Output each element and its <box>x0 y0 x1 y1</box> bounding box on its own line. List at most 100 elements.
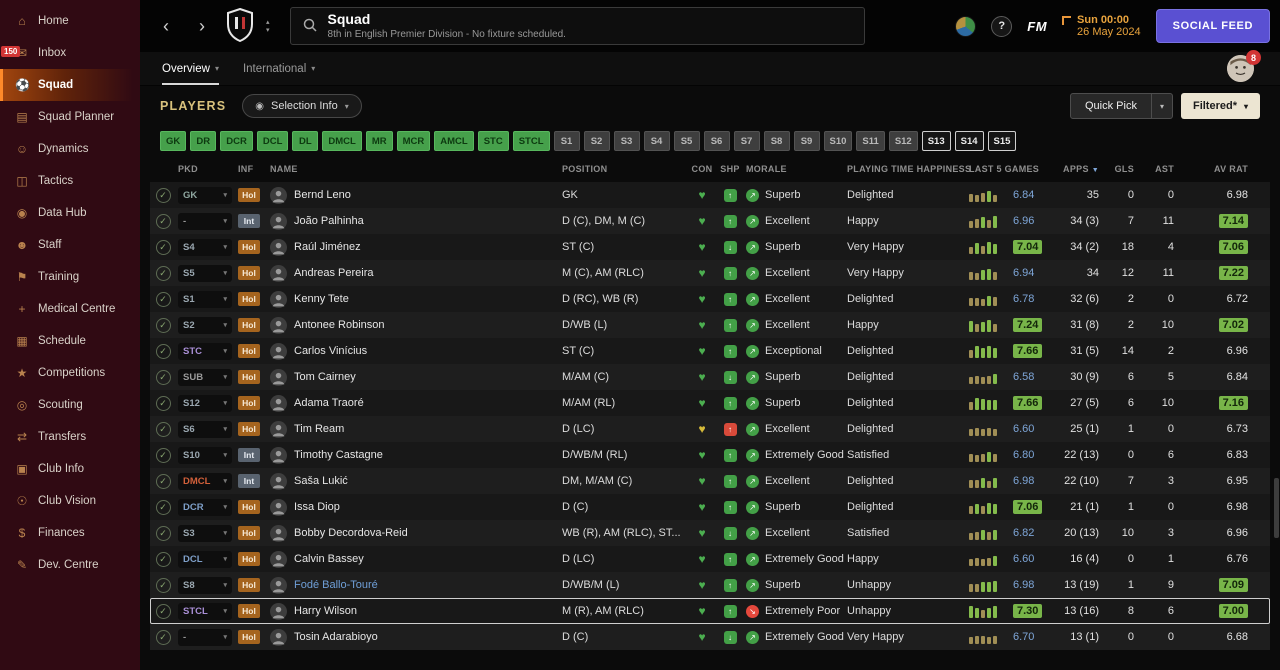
player-name[interactable]: Fodé Ballo-Touré <box>292 572 560 598</box>
filter-button-s3[interactable]: S3 <box>613 131 640 151</box>
club-switch-spinner[interactable]: ▴ ▾ <box>266 19 270 34</box>
player-face-icon[interactable] <box>268 312 292 338</box>
player-name[interactable]: Tom Cairney <box>292 364 560 390</box>
row-checkbox[interactable]: ✓ <box>150 442 176 468</box>
sidebar-item-staff[interactable]: ☻ Staff <box>0 229 140 261</box>
player-face-icon[interactable] <box>268 364 292 390</box>
pkd-dropdown[interactable]: S5 ▾ <box>176 260 236 286</box>
manager-avatar[interactable]: 8 <box>1227 50 1261 82</box>
sidebar-item-finances[interactable]: $ Finances <box>0 517 140 549</box>
table-row[interactable]: ✓ S1 ▾ Hol Kenny Tete D (RC), WB (R) ♥ ↑ … <box>150 286 1270 312</box>
pkd-dropdown[interactable]: S3 ▾ <box>176 520 236 546</box>
filter-button-gk[interactable]: GK <box>160 131 187 151</box>
player-face-icon[interactable] <box>268 260 292 286</box>
pkd-dropdown[interactable]: STC ▾ <box>176 338 236 364</box>
pkd-dropdown[interactable]: S10 ▾ <box>176 442 236 468</box>
player-face-icon[interactable] <box>268 598 292 624</box>
row-checkbox[interactable]: ✓ <box>150 208 176 234</box>
column-con[interactable]: CON <box>688 164 716 174</box>
player-name[interactable]: Saša Lukić <box>292 468 560 494</box>
player-face-icon[interactable] <box>268 494 292 520</box>
sidebar-item-club-info[interactable]: ▣ Club Info <box>0 453 140 485</box>
row-checkbox[interactable]: ✓ <box>150 494 176 520</box>
column-ast[interactable]: AST <box>1140 164 1180 174</box>
pkd-dropdown[interactable]: DMCL ▾ <box>176 468 236 494</box>
sidebar-item-squad[interactable]: ⚽ Squad <box>0 69 140 101</box>
column-inf[interactable]: INF <box>236 164 268 174</box>
sidebar-item-training[interactable]: ⚑ Training <box>0 261 140 293</box>
search-title-panel[interactable]: Squad 8th in English Premier Division - … <box>289 7 865 45</box>
row-checkbox[interactable]: ✓ <box>150 286 176 312</box>
pkd-dropdown[interactable]: STCL ▾ <box>176 598 236 624</box>
filter-button-s1[interactable]: S1 <box>553 131 580 151</box>
row-checkbox[interactable]: ✓ <box>150 598 176 624</box>
column-name[interactable]: NAME <box>268 164 560 174</box>
player-name[interactable]: Antonee Robinson <box>292 312 560 338</box>
filter-button-dcl[interactable]: DCL <box>256 131 289 151</box>
row-checkbox[interactable]: ✓ <box>150 234 176 260</box>
pkd-dropdown[interactable]: S4 ▾ <box>176 234 236 260</box>
row-checkbox[interactable]: ✓ <box>150 390 176 416</box>
selection-info-dropdown[interactable]: ◉ Selection Info ▾ <box>242 94 362 118</box>
game-date[interactable]: Sun 00:00 26 May 2024 <box>1062 14 1141 38</box>
player-name[interactable]: Harry Wilson <box>292 598 560 624</box>
pkd-dropdown[interactable]: S12 ▾ <box>176 390 236 416</box>
table-row[interactable]: ✓ GK ▾ Hol Bernd Leno GK ♥ ↑ ↗ Superb Deli… <box>150 182 1270 208</box>
tab-overview[interactable]: Overview ▾ <box>162 52 219 85</box>
player-name[interactable]: João Palhinha <box>292 208 560 234</box>
filter-button-s9[interactable]: S9 <box>793 131 820 151</box>
pkd-dropdown[interactable]: SUB ▾ <box>176 364 236 390</box>
sidebar-item-competitions[interactable]: ★ Competitions <box>0 357 140 389</box>
sidebar-item-club-vision[interactable]: ☉ Club Vision <box>0 485 140 517</box>
filter-button-dr[interactable]: DR <box>190 131 217 151</box>
player-face-icon[interactable] <box>268 234 292 260</box>
row-checkbox[interactable]: ✓ <box>150 624 176 650</box>
filter-button-stcl[interactable]: STCL <box>512 131 550 151</box>
filter-button-dmcl[interactable]: DMCL <box>322 131 362 151</box>
table-row[interactable]: ✓ DMCL ▾ Int Saša Lukić DM, M/AM (C) ♥ ↑ … <box>150 468 1270 494</box>
row-checkbox[interactable]: ✓ <box>150 260 176 286</box>
row-checkbox[interactable]: ✓ <box>150 468 176 494</box>
social-feed-button[interactable]: SOCIAL FEED <box>1155 9 1270 43</box>
sidebar-item-tactics[interactable]: ◫ Tactics <box>0 165 140 197</box>
pkd-dropdown[interactable]: - ▾ <box>176 624 236 650</box>
table-row[interactable]: ✓ SUB ▾ Hol Tom Cairney M/AM (C) ♥ ↓ ↗ Sup… <box>150 364 1270 390</box>
table-row[interactable]: ✓ S6 ▾ Hol Tim Ream D (LC) ♥ ↑ ↗ Excellent… <box>150 416 1270 442</box>
player-name[interactable]: Issa Diop <box>292 494 560 520</box>
vertical-scrollbar[interactable] <box>1274 478 1279 538</box>
sidebar-item-squad-planner[interactable]: ▤ Squad Planner <box>0 101 140 133</box>
filter-button-s14[interactable]: S14 <box>954 131 984 151</box>
player-face-icon[interactable] <box>268 338 292 364</box>
chevron-down-icon[interactable]: ▾ <box>1150 94 1172 118</box>
player-face-icon[interactable] <box>268 546 292 572</box>
sidebar-item-medical-centre[interactable]: + Medical Centre <box>0 293 140 325</box>
back-button[interactable]: ‹ <box>150 8 182 44</box>
table-row[interactable]: ✓ - ▾ Hol Tosin Adarabioyo D (C) ♥ ↓ ↗ Ext… <box>150 624 1270 650</box>
filter-button-amcl[interactable]: AMCL <box>434 131 474 151</box>
column-av-rat[interactable]: AV RAT <box>1180 164 1270 174</box>
quick-pick-button[interactable]: Quick Pick ▾ <box>1069 93 1173 119</box>
filter-button-s4[interactable]: S4 <box>643 131 670 151</box>
filter-button-mcr[interactable]: MCR <box>396 131 431 151</box>
tab-international[interactable]: International ▾ <box>243 52 315 85</box>
pkd-dropdown[interactable]: S1 ▾ <box>176 286 236 312</box>
table-row[interactable]: ✓ S12 ▾ Hol Adama Traoré M/AM (RL) ♥ ↑ ↗ S… <box>150 390 1270 416</box>
table-row[interactable]: ✓ S3 ▾ Hol Bobby Decordova-Reid WB (R), A… <box>150 520 1270 546</box>
column-playing-time-happiness[interactable]: PLAYING TIME HAPPINESS <box>845 164 971 174</box>
column-position[interactable]: POSITION <box>560 164 688 174</box>
filter-button-s12[interactable]: S12 <box>888 131 918 151</box>
table-row[interactable]: ✓ S5 ▾ Hol Andreas Pereira M (C), AM (RLC… <box>150 260 1270 286</box>
player-name[interactable]: Calvin Bassey <box>292 546 560 572</box>
sidebar-item-dev-centre[interactable]: ✎ Dev. Centre <box>0 549 140 581</box>
column-shp[interactable]: SHP <box>716 164 744 174</box>
player-face-icon[interactable] <box>268 624 292 650</box>
sidebar-item-transfers[interactable]: ⇄ Transfers <box>0 421 140 453</box>
pkd-dropdown[interactable]: DCL ▾ <box>176 546 236 572</box>
player-name[interactable]: Bernd Leno <box>292 182 560 208</box>
filter-button-s2[interactable]: S2 <box>583 131 610 151</box>
sidebar-item-dynamics[interactable]: ☺ Dynamics <box>0 133 140 165</box>
filter-button-dcr[interactable]: DCR <box>220 131 253 151</box>
player-face-icon[interactable] <box>268 416 292 442</box>
player-name[interactable]: Raúl Jiménez <box>292 234 560 260</box>
sidebar-item-schedule[interactable]: ▦ Schedule <box>0 325 140 357</box>
